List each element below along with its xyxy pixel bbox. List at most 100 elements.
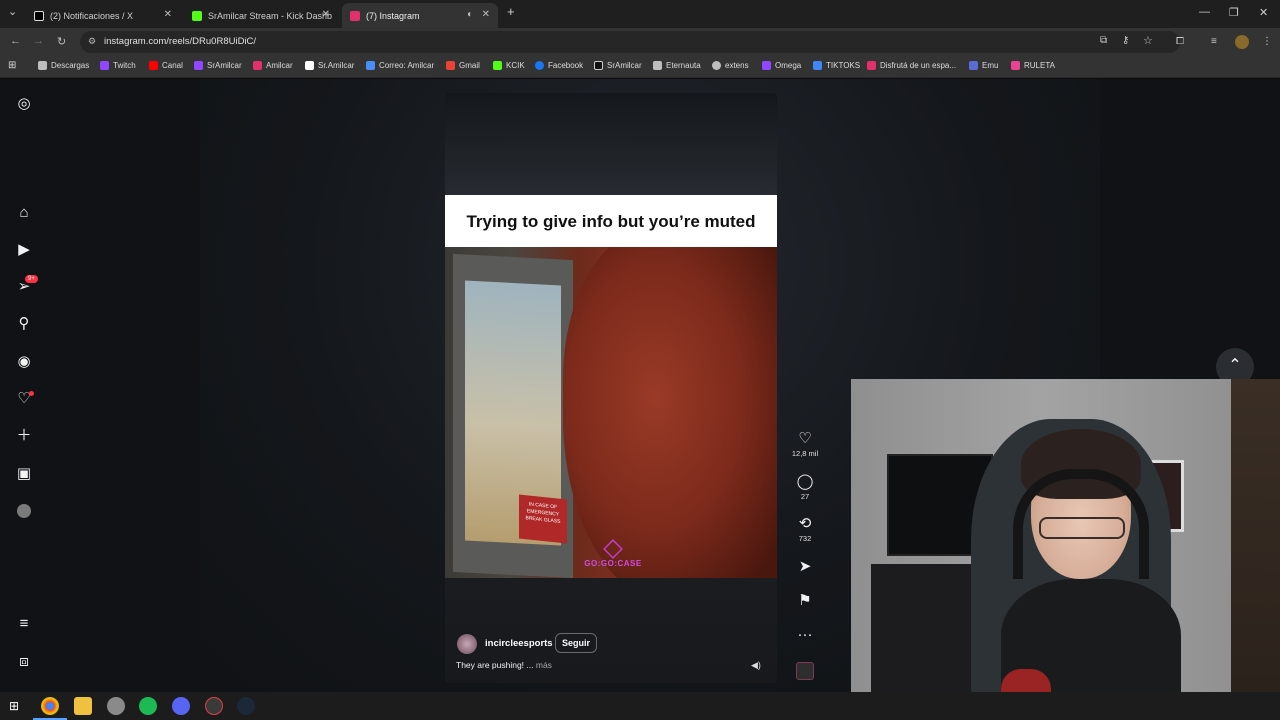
- more-menu-icon[interactable]: ≡: [15, 615, 33, 633]
- site-info-icon[interactable]: ⚙: [88, 36, 96, 47]
- download-icon: [38, 61, 47, 70]
- bookmark-kcik[interactable]: KCIK: [493, 61, 525, 70]
- bookmark-eternauta[interactable]: Eternauta: [653, 61, 701, 70]
- restore-icon[interactable]: ❐: [1229, 6, 1239, 19]
- tab-search-chevron-icon[interactable]: ⌄: [8, 5, 17, 18]
- discord-icon[interactable]: [172, 697, 190, 715]
- tab-title: SrAmilcar Stream - Kick Dashb: [208, 10, 333, 21]
- bookmark-disfruta[interactable]: Disfrutá de un espa...: [867, 61, 956, 70]
- steam-icon[interactable]: [237, 697, 255, 715]
- comment-button[interactable]: ◯ 27: [790, 474, 820, 502]
- address-bar[interactable]: ⚙ instagram.com/reels/DRu0R8UiDiC/ ⧉ ⚷ ☆: [80, 31, 1180, 53]
- instagram-logo-icon[interactable]: ◎: [15, 95, 33, 113]
- close-tab-icon[interactable]: ✕: [482, 9, 490, 20]
- bookmark-label: Sr.Amilcar: [318, 61, 355, 70]
- volume-icon[interactable]: ◀): [751, 660, 761, 671]
- bookmark-amilcar[interactable]: Amilcar: [253, 61, 293, 70]
- cube-logo-icon: [603, 539, 623, 559]
- creator-avatar[interactable]: [457, 634, 477, 654]
- tab-instagram[interactable]: (7) Instagram ◖ ✕: [342, 3, 498, 28]
- obs-icon[interactable]: [205, 697, 223, 715]
- tab-title: (2) Notificaciones / X: [50, 10, 134, 21]
- chrome-taskbar-icon[interactable]: [41, 697, 59, 715]
- bookmark-label: Emu: [982, 61, 999, 70]
- bookmark-ruleta[interactable]: RULETA: [1011, 61, 1055, 70]
- bookmark-tiktoks[interactable]: TIKTOKS: [813, 61, 860, 70]
- spotify-icon[interactable]: [139, 697, 157, 715]
- install-app-icon[interactable]: ⧉: [1100, 35, 1107, 46]
- bookmark-label: Descargas: [51, 61, 90, 70]
- also-from-meta-icon[interactable]: ⧈: [15, 653, 33, 671]
- close-window-icon[interactable]: ✕: [1259, 6, 1268, 19]
- profile-avatar[interactable]: [17, 504, 31, 518]
- tiktok-icon: [594, 61, 603, 70]
- webcam-door: [1231, 379, 1280, 720]
- save-button[interactable]: ⚑: [790, 593, 820, 609]
- reel-video[interactable]: IN CASE OF EMERGENCY BREAK GLASS GO:GO:C…: [445, 247, 777, 578]
- more-options-button[interactable]: ···: [790, 627, 820, 643]
- bookmark-sramilcar-tiktok[interactable]: SrAmilcar: [594, 61, 642, 70]
- app-icon[interactable]: [107, 697, 125, 715]
- bookmark-sramilcar-twitch[interactable]: SrAmilcar: [194, 61, 242, 70]
- extensions-icon[interactable]: ⧠: [1176, 36, 1184, 47]
- bookmark-label: SrAmilcar: [607, 61, 642, 70]
- video-face-closeup: [563, 247, 777, 578]
- tab-audio-icon[interactable]: ◖: [466, 9, 472, 20]
- close-tab-icon[interactable]: ✕: [322, 9, 330, 20]
- bookmark-canal[interactable]: Canal: [149, 61, 183, 70]
- close-tab-icon[interactable]: ✕: [164, 9, 172, 20]
- bookmark-correo[interactable]: Correo: Amilcar: [366, 61, 434, 70]
- bookmark-label: Eternauta: [666, 61, 701, 70]
- back-icon[interactable]: ←: [10, 35, 21, 47]
- search-icon[interactable]: ⚲: [15, 315, 33, 333]
- bookmark-descargas[interactable]: Descargas: [38, 61, 89, 70]
- profile-avatar-icon[interactable]: [1235, 35, 1249, 49]
- more-link[interactable]: más: [536, 660, 552, 670]
- reel-description[interactable]: They are pushing! ... más: [456, 660, 552, 670]
- media-controls-icon[interactable]: ≡: [1211, 36, 1217, 47]
- new-tab-button[interactable]: +: [507, 4, 515, 19]
- home-icon[interactable]: ⌂: [15, 204, 33, 222]
- reels-icon[interactable]: ▶: [15, 241, 33, 259]
- reload-icon[interactable]: ↻: [57, 35, 66, 48]
- description-text: They are pushing! ...: [456, 660, 534, 670]
- forward-icon[interactable]: →: [33, 35, 44, 47]
- ellipsis-icon: ···: [797, 626, 813, 643]
- extension-icon: [712, 61, 721, 70]
- bookmark-label: TIKTOKS: [826, 61, 861, 70]
- tab-kick-dashboard[interactable]: SrAmilcar Stream - Kick Dashb ✕: [184, 3, 338, 28]
- bookmark-omega[interactable]: Omega: [762, 61, 801, 70]
- apps-grid-icon[interactable]: ⊞: [8, 60, 16, 71]
- minimize-icon[interactable]: —: [1199, 6, 1210, 18]
- audio-thumbnail[interactable]: [796, 662, 814, 680]
- browser-menu-icon[interactable]: ⋮: [1262, 36, 1272, 47]
- tab-title: (7) Instagram: [366, 10, 420, 21]
- x-logo-icon: [34, 10, 44, 21]
- dashboard-icon[interactable]: ▣: [15, 465, 33, 483]
- bookmark-sr-amilcar-x[interactable]: Sr.Amilcar: [305, 61, 354, 70]
- like-button[interactable]: ♡ 12,8 mil: [790, 430, 820, 459]
- bookmark-emu[interactable]: Emu: [969, 61, 998, 70]
- bookmark-label: KCIK: [506, 61, 525, 70]
- bookmark-star-icon[interactable]: ☆: [1143, 34, 1153, 47]
- windows-start-icon[interactable]: ⊞: [9, 699, 19, 713]
- follow-button[interactable]: Seguir: [555, 633, 598, 653]
- explore-icon[interactable]: ◉: [15, 353, 33, 371]
- password-key-icon[interactable]: ⚷: [1122, 35, 1129, 46]
- bookmark-icon: ⚑: [798, 592, 812, 609]
- reel-player[interactable]: Trying to give info but you’re muted IN …: [445, 93, 777, 683]
- bookmark-extens[interactable]: extens: [712, 61, 749, 70]
- bookmark-facebook[interactable]: Facebook: [535, 61, 583, 70]
- creator-username[interactable]: incircleesports: [485, 638, 553, 649]
- repost-button[interactable]: ⟲ 732: [790, 516, 820, 544]
- bookmark-twitch[interactable]: Twitch: [100, 61, 136, 70]
- create-icon[interactable]: ＋: [15, 427, 33, 445]
- bookmark-gmail[interactable]: Gmail: [446, 61, 480, 70]
- mail-icon: [366, 61, 375, 70]
- bookmark-label: extens: [725, 61, 749, 70]
- emergency-sign: IN CASE OF EMERGENCY BREAK GLASS: [519, 494, 567, 544]
- file-explorer-icon[interactable]: [74, 697, 92, 715]
- heart-icon: ♡: [798, 430, 812, 447]
- tab-x-notifications[interactable]: (2) Notificaciones / X ✕: [26, 3, 180, 28]
- share-button[interactable]: ➤: [790, 559, 820, 575]
